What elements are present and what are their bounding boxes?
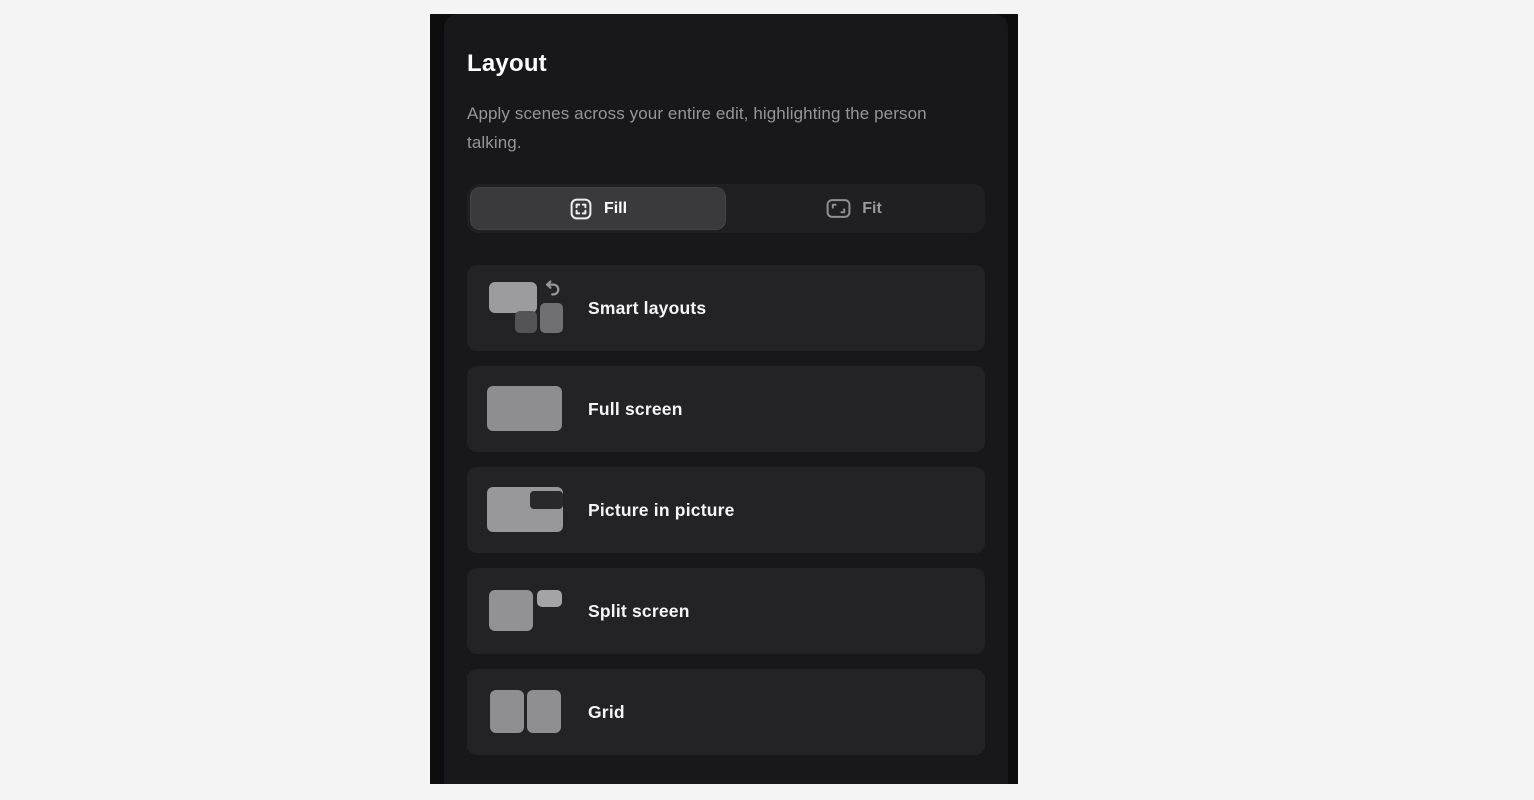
layout-option-label: Smart layouts — [588, 298, 706, 319]
fill-segment[interactable]: Fill — [470, 187, 726, 230]
layout-option-label: Full screen — [588, 399, 683, 420]
page-title: Layout — [467, 50, 985, 78]
smart-layouts-icon — [487, 281, 565, 335]
layout-option-label: Picture in picture — [588, 500, 735, 521]
layout-option-full-screen[interactable]: Full screen — [467, 366, 985, 452]
split-screen-icon — [487, 584, 565, 638]
layout-panel: Layout Apply scenes across your entire e… — [444, 14, 1008, 784]
fill-segment-label: Fill — [604, 200, 627, 218]
picture-in-picture-icon — [487, 483, 565, 537]
layout-option-split-screen[interactable]: Split screen — [467, 568, 985, 654]
layout-option-label: Grid — [588, 702, 625, 723]
panel-description: Apply scenes across your entire edit, hi… — [467, 99, 969, 157]
app-background: Layout Apply scenes across your entire e… — [430, 14, 1018, 784]
fill-icon — [569, 197, 593, 221]
fit-segment[interactable]: Fit — [726, 187, 982, 230]
layout-option-picture-in-picture[interactable]: Picture in picture — [467, 467, 985, 553]
fill-fit-segmented-control: Fill Fit — [467, 184, 985, 233]
layout-option-grid[interactable]: Grid — [467, 669, 985, 755]
full-screen-icon — [487, 382, 565, 436]
grid-icon — [487, 685, 565, 739]
layout-option-label: Split screen — [588, 601, 690, 622]
layout-option-smart-layouts[interactable]: Smart layouts — [467, 265, 985, 351]
fit-segment-label: Fit — [862, 200, 882, 218]
undo-arrow-icon — [542, 279, 562, 299]
fit-icon — [826, 198, 851, 219]
